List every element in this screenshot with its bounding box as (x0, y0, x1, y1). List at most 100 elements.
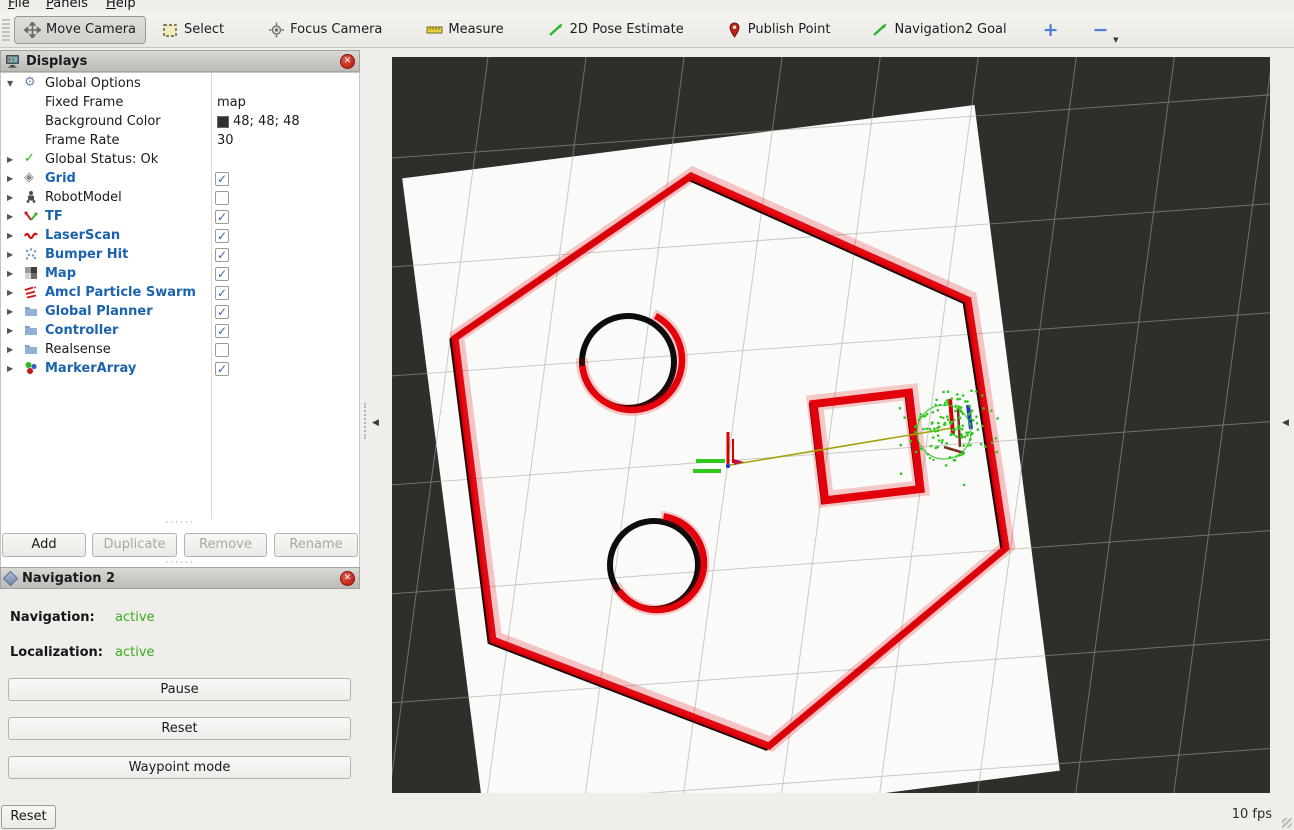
expand-arrow-icon[interactable]: ▶ (7, 302, 13, 321)
row-label: Grid (45, 169, 76, 188)
pose-estimate-tool[interactable]: 2D Pose Estimate (538, 16, 694, 44)
display-row-markerarray[interactable]: ▶ MarkerArray (1, 359, 359, 378)
tree-row-background-color[interactable]: Background Color 48; 48; 48 (1, 112, 359, 131)
row-label: TF (45, 207, 63, 226)
reset-button[interactable]: Reset (8, 717, 351, 740)
move-camera-label: Move Camera (46, 22, 136, 37)
tree-row-global-options[interactable]: ▼ ⚙ Global Options (1, 74, 359, 93)
focus-camera-icon (268, 22, 285, 38)
laser-scan-icon (24, 228, 39, 243)
collapse-arrow-icon[interactable]: ▼ (7, 74, 13, 93)
right-splitter-strip[interactable]: ◀ (1270, 48, 1294, 795)
expand-arrow-icon[interactable]: ▶ (7, 264, 13, 283)
folder-icon (24, 323, 39, 338)
pause-button[interactable]: Pause (8, 678, 351, 701)
display-checkbox[interactable] (215, 229, 229, 243)
row-label: Map (45, 264, 76, 283)
tf-axes-icon (24, 209, 39, 224)
nav-goal-tool[interactable]: Navigation2 Goal (862, 16, 1016, 44)
status-bar: Reset 10 fps (0, 795, 1294, 830)
display-checkbox[interactable] (215, 267, 229, 281)
display-checkbox[interactable] (215, 305, 229, 319)
expand-arrow-icon[interactable]: ▶ (7, 340, 13, 359)
fps-counter: 10 fps (1232, 807, 1272, 822)
measure-tool[interactable]: Measure (416, 16, 513, 44)
add-display-button[interactable]: Add (2, 533, 86, 557)
display-checkbox[interactable] (215, 248, 229, 262)
tree-row-frame-rate[interactable]: Frame Rate 30 (1, 131, 359, 150)
color-swatch (217, 116, 229, 128)
waypoint-mode-button[interactable]: Waypoint mode (8, 756, 351, 779)
expand-arrow-icon[interactable]: ▶ (7, 226, 13, 245)
display-checkbox[interactable] (215, 362, 229, 376)
duplicate-display-button[interactable]: Duplicate (92, 533, 177, 557)
expand-arrow-icon[interactable]: ▶ (7, 321, 13, 340)
background-color-value[interactable]: 48; 48; 48 (217, 112, 300, 131)
localization-status-value: active (115, 645, 155, 660)
menu-file[interactable]: File (8, 0, 30, 11)
display-row-laserscan[interactable]: ▶ LaserScan (1, 226, 359, 245)
display-row-bumper-hit[interactable]: ▶ Bumper Hit (1, 245, 359, 264)
remove-display-button[interactable]: Remove (184, 533, 267, 557)
left-splitter-strip[interactable]: ◀ (360, 48, 392, 795)
display-checkbox[interactable] (215, 172, 229, 186)
display-row-amcl-particle-swarm[interactable]: ▶ Amcl Particle Swarm (1, 283, 359, 302)
expand-arrow-icon[interactable]: ▶ (7, 359, 13, 378)
select-tool[interactable]: Select (152, 16, 234, 44)
displays-close-button[interactable]: ✕ (340, 54, 355, 69)
collapse-right-panel-icon[interactable]: ◀ (1282, 418, 1289, 428)
row-label: Realsense (45, 340, 111, 359)
display-row-map[interactable]: ▶ Map (1, 264, 359, 283)
display-row-tf[interactable]: ▶ TF (1, 207, 359, 226)
frame-rate-value[interactable]: 30 (217, 131, 234, 150)
fixed-frame-value[interactable]: map (217, 93, 246, 112)
expand-arrow-icon[interactable]: ▶ (7, 169, 13, 188)
navigation-close-button[interactable]: ✕ (340, 571, 355, 586)
collapse-left-panel-icon[interactable]: ◀ (372, 418, 379, 428)
display-checkbox[interactable] (215, 286, 229, 300)
panel-splitter-handle[interactable]: ······ (0, 520, 360, 528)
grid-display-icon: ◈ (24, 171, 39, 186)
expand-arrow-icon[interactable]: ▶ (7, 207, 13, 226)
display-row-controller[interactable]: ▶ Controller (1, 321, 359, 340)
navigation-panel-header[interactable]: Navigation 2 ✕ (0, 567, 360, 589)
marker-array-icon (24, 361, 39, 376)
remove-tool-button[interactable]: − ▼ (1085, 19, 1117, 41)
display-row-global-planner[interactable]: ▶ Global Planner (1, 302, 359, 321)
displays-panel-header[interactable]: Displays ✕ (0, 50, 360, 72)
menu-bar: File Panels Help (0, 0, 1294, 12)
property-label: Fixed Frame (45, 93, 123, 112)
select-label: Select (184, 22, 224, 37)
focus-camera-tool[interactable]: Focus Camera (258, 16, 392, 44)
display-checkbox[interactable] (215, 343, 229, 357)
display-checkbox[interactable] (215, 324, 229, 338)
splitter-dots (364, 403, 367, 439)
toolbar-drag-handle[interactable] (2, 17, 10, 43)
rename-display-button[interactable]: Rename (274, 533, 358, 557)
3d-viewport[interactable] (392, 57, 1270, 793)
display-checkbox[interactable] (215, 210, 229, 224)
row-label: MarkerArray (45, 359, 136, 378)
display-row-grid[interactable]: ▶ ◈ Grid (1, 169, 359, 188)
expand-arrow-icon[interactable]: ▶ (7, 150, 13, 169)
display-row-realsense[interactable]: ▶ Realsense (1, 340, 359, 359)
tree-row-global-status[interactable]: ▶ ✓ Global Status: Ok (1, 150, 359, 169)
add-tool-button[interactable]: + (1035, 19, 1067, 41)
property-label: Frame Rate (45, 131, 119, 150)
row-label: Global Options (45, 74, 141, 93)
expand-arrow-icon[interactable]: ▶ (7, 283, 13, 302)
publish-point-tool[interactable]: Publish Point (716, 16, 841, 44)
dropdown-arrow-icon: ▼ (1113, 36, 1118, 44)
menu-panels[interactable]: Panels (46, 0, 88, 11)
tree-row-fixed-frame[interactable]: Fixed Frame map (1, 93, 359, 112)
measure-icon (426, 22, 443, 38)
expand-arrow-icon[interactable]: ▶ (7, 188, 13, 207)
expand-arrow-icon[interactable]: ▶ (7, 245, 13, 264)
menu-help[interactable]: Help (106, 0, 136, 11)
left-panel: Displays ✕ ▼ ⚙ Global Options Fixed Fram… (0, 48, 360, 795)
display-checkbox[interactable] (215, 191, 229, 205)
display-row-robotmodel[interactable]: ▶ RobotModel (1, 188, 359, 207)
time-reset-button[interactable]: Reset (1, 805, 56, 829)
window-resize-grip[interactable] (1282, 818, 1292, 828)
move-camera-tool[interactable]: Move Camera (14, 16, 146, 44)
